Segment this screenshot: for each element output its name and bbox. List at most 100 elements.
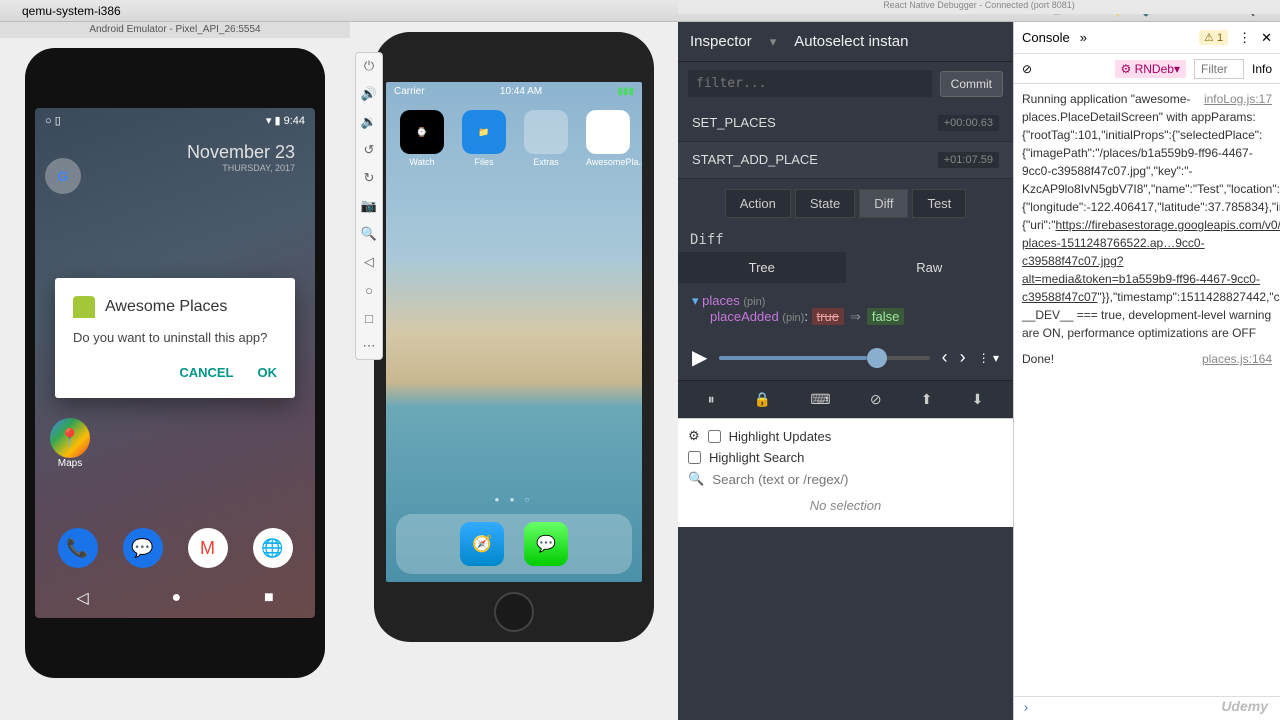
page-dots[interactable]: ● ● ○ bbox=[386, 495, 642, 504]
prev-icon[interactable]: ‹ bbox=[942, 347, 948, 368]
home-button[interactable]: ● bbox=[171, 589, 181, 607]
action-item[interactable]: START_ADD_PLACE+01:07.59 bbox=[678, 142, 1013, 179]
extras-folder[interactable]: Extras bbox=[524, 110, 568, 167]
debugger-window-title: React Native Debugger - Connected (port … bbox=[678, 0, 1280, 14]
cancel-button[interactable]: CANCEL bbox=[179, 365, 233, 380]
emulator-toolbar: ⏻ 🔊 🔉 ↺ ↻ 📷 🔍 ◁ ○ □ ⋯ bbox=[355, 52, 383, 360]
android-statusbar: ○ ▯ ▾ ▮ 9:44 bbox=[35, 108, 315, 132]
bottom-toolbar: ⏸ 🔒 ⌨ ⊘ ⬆ ⬇ bbox=[678, 380, 1013, 418]
iphone-home-button[interactable] bbox=[494, 592, 534, 632]
source-link[interactable]: places.js:164 bbox=[1202, 350, 1272, 368]
filter-input[interactable] bbox=[1194, 59, 1244, 79]
action-item[interactable]: SET_PLACES+00:00.63 bbox=[678, 105, 1013, 142]
ios-simulator-window: Carrier 10:44 AM ▮▮▮ ⌚Watch 📁Files Extra… bbox=[350, 22, 678, 720]
files-app[interactable]: 📁Files bbox=[462, 110, 506, 167]
android-navbar: ◁ ● ■ bbox=[35, 578, 315, 618]
console-output[interactable]: infoLog.js:17 Running application "aweso… bbox=[1014, 84, 1280, 696]
messages-icon[interactable]: 💬 bbox=[524, 522, 568, 566]
close-icon[interactable]: ✕ bbox=[1261, 30, 1272, 46]
zoom-icon[interactable]: 🔍 bbox=[360, 225, 378, 243]
diff-tree: ▾ places (pin) placeAdded (pin): true⇒fa… bbox=[678, 283, 1013, 335]
filter-input[interactable] bbox=[688, 70, 932, 97]
disable-icon[interactable]: ⊘ bbox=[870, 391, 882, 408]
android-window-title: Android Emulator - Pixel_API_26:5554 bbox=[0, 22, 350, 38]
home-icon[interactable]: ○ bbox=[360, 281, 378, 299]
highlight-search-checkbox[interactable] bbox=[688, 451, 701, 464]
recents-button[interactable]: ■ bbox=[264, 589, 274, 607]
uninstall-dialog: Awesome Places Do you want to uninstall … bbox=[55, 278, 295, 398]
phone-icon[interactable]: 📞 bbox=[58, 528, 98, 568]
ok-button[interactable]: OK bbox=[258, 365, 278, 380]
diff-label: Diff bbox=[678, 228, 1013, 252]
more-icon[interactable]: ⋯ bbox=[360, 337, 378, 355]
ios-statusbar: Carrier 10:44 AM ▮▮▮ bbox=[386, 82, 642, 100]
more-tabs-icon[interactable]: » bbox=[1080, 30, 1087, 45]
rotate-left-icon[interactable]: ↺ bbox=[360, 141, 378, 159]
action-list: SET_PLACES+00:00.63 START_ADD_PLACE+01:0… bbox=[678, 105, 1013, 179]
time-travel-player: ▶ ‹ › ⋮ ▾ bbox=[678, 335, 1013, 380]
timeline-slider[interactable] bbox=[719, 356, 929, 360]
overview-icon[interactable]: □ bbox=[360, 309, 378, 327]
android-screen[interactable]: ○ ▯ ▾ ▮ 9:44 G November 23 THURSDAY, 201… bbox=[35, 108, 315, 618]
ios-home-apps: ⌚Watch 📁Files Extras AwesomePla... bbox=[386, 100, 642, 177]
ios-screen[interactable]: Carrier 10:44 AM ▮▮▮ ⌚Watch 📁Files Extra… bbox=[386, 82, 642, 582]
speed-menu[interactable]: ⋮ ▾ bbox=[978, 351, 999, 365]
highlight-updates-checkbox[interactable] bbox=[708, 430, 721, 443]
power-icon[interactable]: ⏻ bbox=[360, 57, 378, 75]
dropdown-icon[interactable]: ▾ bbox=[770, 34, 777, 50]
element-search-input[interactable] bbox=[712, 472, 1003, 487]
commit-button[interactable]: Commit bbox=[940, 71, 1003, 97]
console-tab[interactable]: Console bbox=[1022, 30, 1070, 45]
ios-dock: 🧭 💬 bbox=[396, 514, 632, 574]
rotate-right-icon[interactable]: ↻ bbox=[360, 169, 378, 187]
messages-icon[interactable]: 💬 bbox=[123, 528, 163, 568]
raw-view[interactable]: Raw bbox=[846, 252, 1014, 283]
watch-app[interactable]: ⌚Watch bbox=[400, 110, 444, 167]
diff-tab[interactable]: Diff bbox=[859, 189, 908, 218]
gear-icon[interactable]: ⚙ bbox=[688, 428, 700, 444]
awesome-places-app[interactable]: AwesomePla... bbox=[586, 110, 642, 167]
level-selector[interactable]: Info bbox=[1252, 62, 1272, 76]
test-tab[interactable]: Test bbox=[912, 189, 966, 218]
screenshot-icon[interactable]: 📷 bbox=[360, 197, 378, 215]
next-icon[interactable]: › bbox=[960, 347, 966, 368]
context-selector[interactable]: ⚙ RNDeb▾ bbox=[1115, 60, 1186, 78]
no-selection-label: No selection bbox=[688, 490, 1003, 521]
tree-view[interactable]: Tree bbox=[678, 252, 846, 283]
upload-icon[interactable]: ⬆ bbox=[921, 391, 933, 408]
gmail-icon[interactable]: M bbox=[188, 528, 228, 568]
android-dock: 📞 💬 M 🌐 bbox=[35, 528, 315, 568]
settings-icon[interactable]: ⋮ bbox=[1238, 30, 1251, 46]
android-emulator-window: Android Emulator - Pixel_API_26:5554 ○ ▯… bbox=[0, 22, 350, 720]
action-tab[interactable]: Action bbox=[725, 189, 791, 218]
inspector-tab[interactable]: Inspector bbox=[690, 33, 752, 50]
autoselect-tab[interactable]: Autoselect instan bbox=[794, 33, 908, 50]
source-link[interactable]: infoLog.js:17 bbox=[1204, 90, 1272, 108]
chrome-icon[interactable]: 🌐 bbox=[253, 528, 293, 568]
pause-icon[interactable]: ⏸ bbox=[708, 391, 715, 408]
lock-icon[interactable]: 🔒 bbox=[754, 391, 771, 408]
clear-icon[interactable]: ⊘ bbox=[1022, 62, 1032, 76]
keyboard-icon[interactable]: ⌨ bbox=[810, 391, 830, 408]
safari-icon[interactable]: 🧭 bbox=[460, 522, 504, 566]
back-icon[interactable]: ◁ bbox=[360, 253, 378, 271]
tree-raw-toggle: Tree Raw bbox=[678, 252, 1013, 283]
back-button[interactable]: ◁ bbox=[76, 588, 88, 608]
pixel-device-frame: ○ ▯ ▾ ▮ 9:44 G November 23 THURSDAY, 201… bbox=[25, 48, 325, 678]
dialog-message: Do you want to uninstall this app? bbox=[73, 330, 277, 345]
warning-badge[interactable]: ⚠ 1 bbox=[1199, 30, 1228, 45]
redux-devtools: Inspector ▾ Autoselect instan Commit SET… bbox=[678, 22, 1013, 720]
iphone-device-frame: Carrier 10:44 AM ▮▮▮ ⌚Watch 📁Files Extra… bbox=[374, 32, 654, 642]
dialog-title-text: Awesome Places bbox=[105, 298, 227, 316]
volume-down-icon[interactable]: 🔉 bbox=[360, 113, 378, 131]
download-icon[interactable]: ⬇ bbox=[972, 391, 984, 408]
react-devtools-panel: ⚙ Highlight Updates Highlight Search 🔍 N… bbox=[678, 418, 1013, 527]
devtools-console: Console » ⚠ 1 ⋮ ✕ ⊘ ⚙ RNDeb▾ Info infoLo… bbox=[1013, 22, 1280, 720]
volume-up-icon[interactable]: 🔊 bbox=[360, 85, 378, 103]
app-name[interactable]: qemu-system-i386 bbox=[22, 4, 121, 18]
maps-app-icon[interactable]: 📍 Maps bbox=[50, 418, 90, 469]
play-icon[interactable]: ▶ bbox=[692, 345, 707, 370]
state-tab[interactable]: State bbox=[795, 189, 855, 218]
udemy-watermark: Udemy bbox=[1221, 698, 1268, 714]
search-icon: 🔍 bbox=[688, 471, 704, 487]
